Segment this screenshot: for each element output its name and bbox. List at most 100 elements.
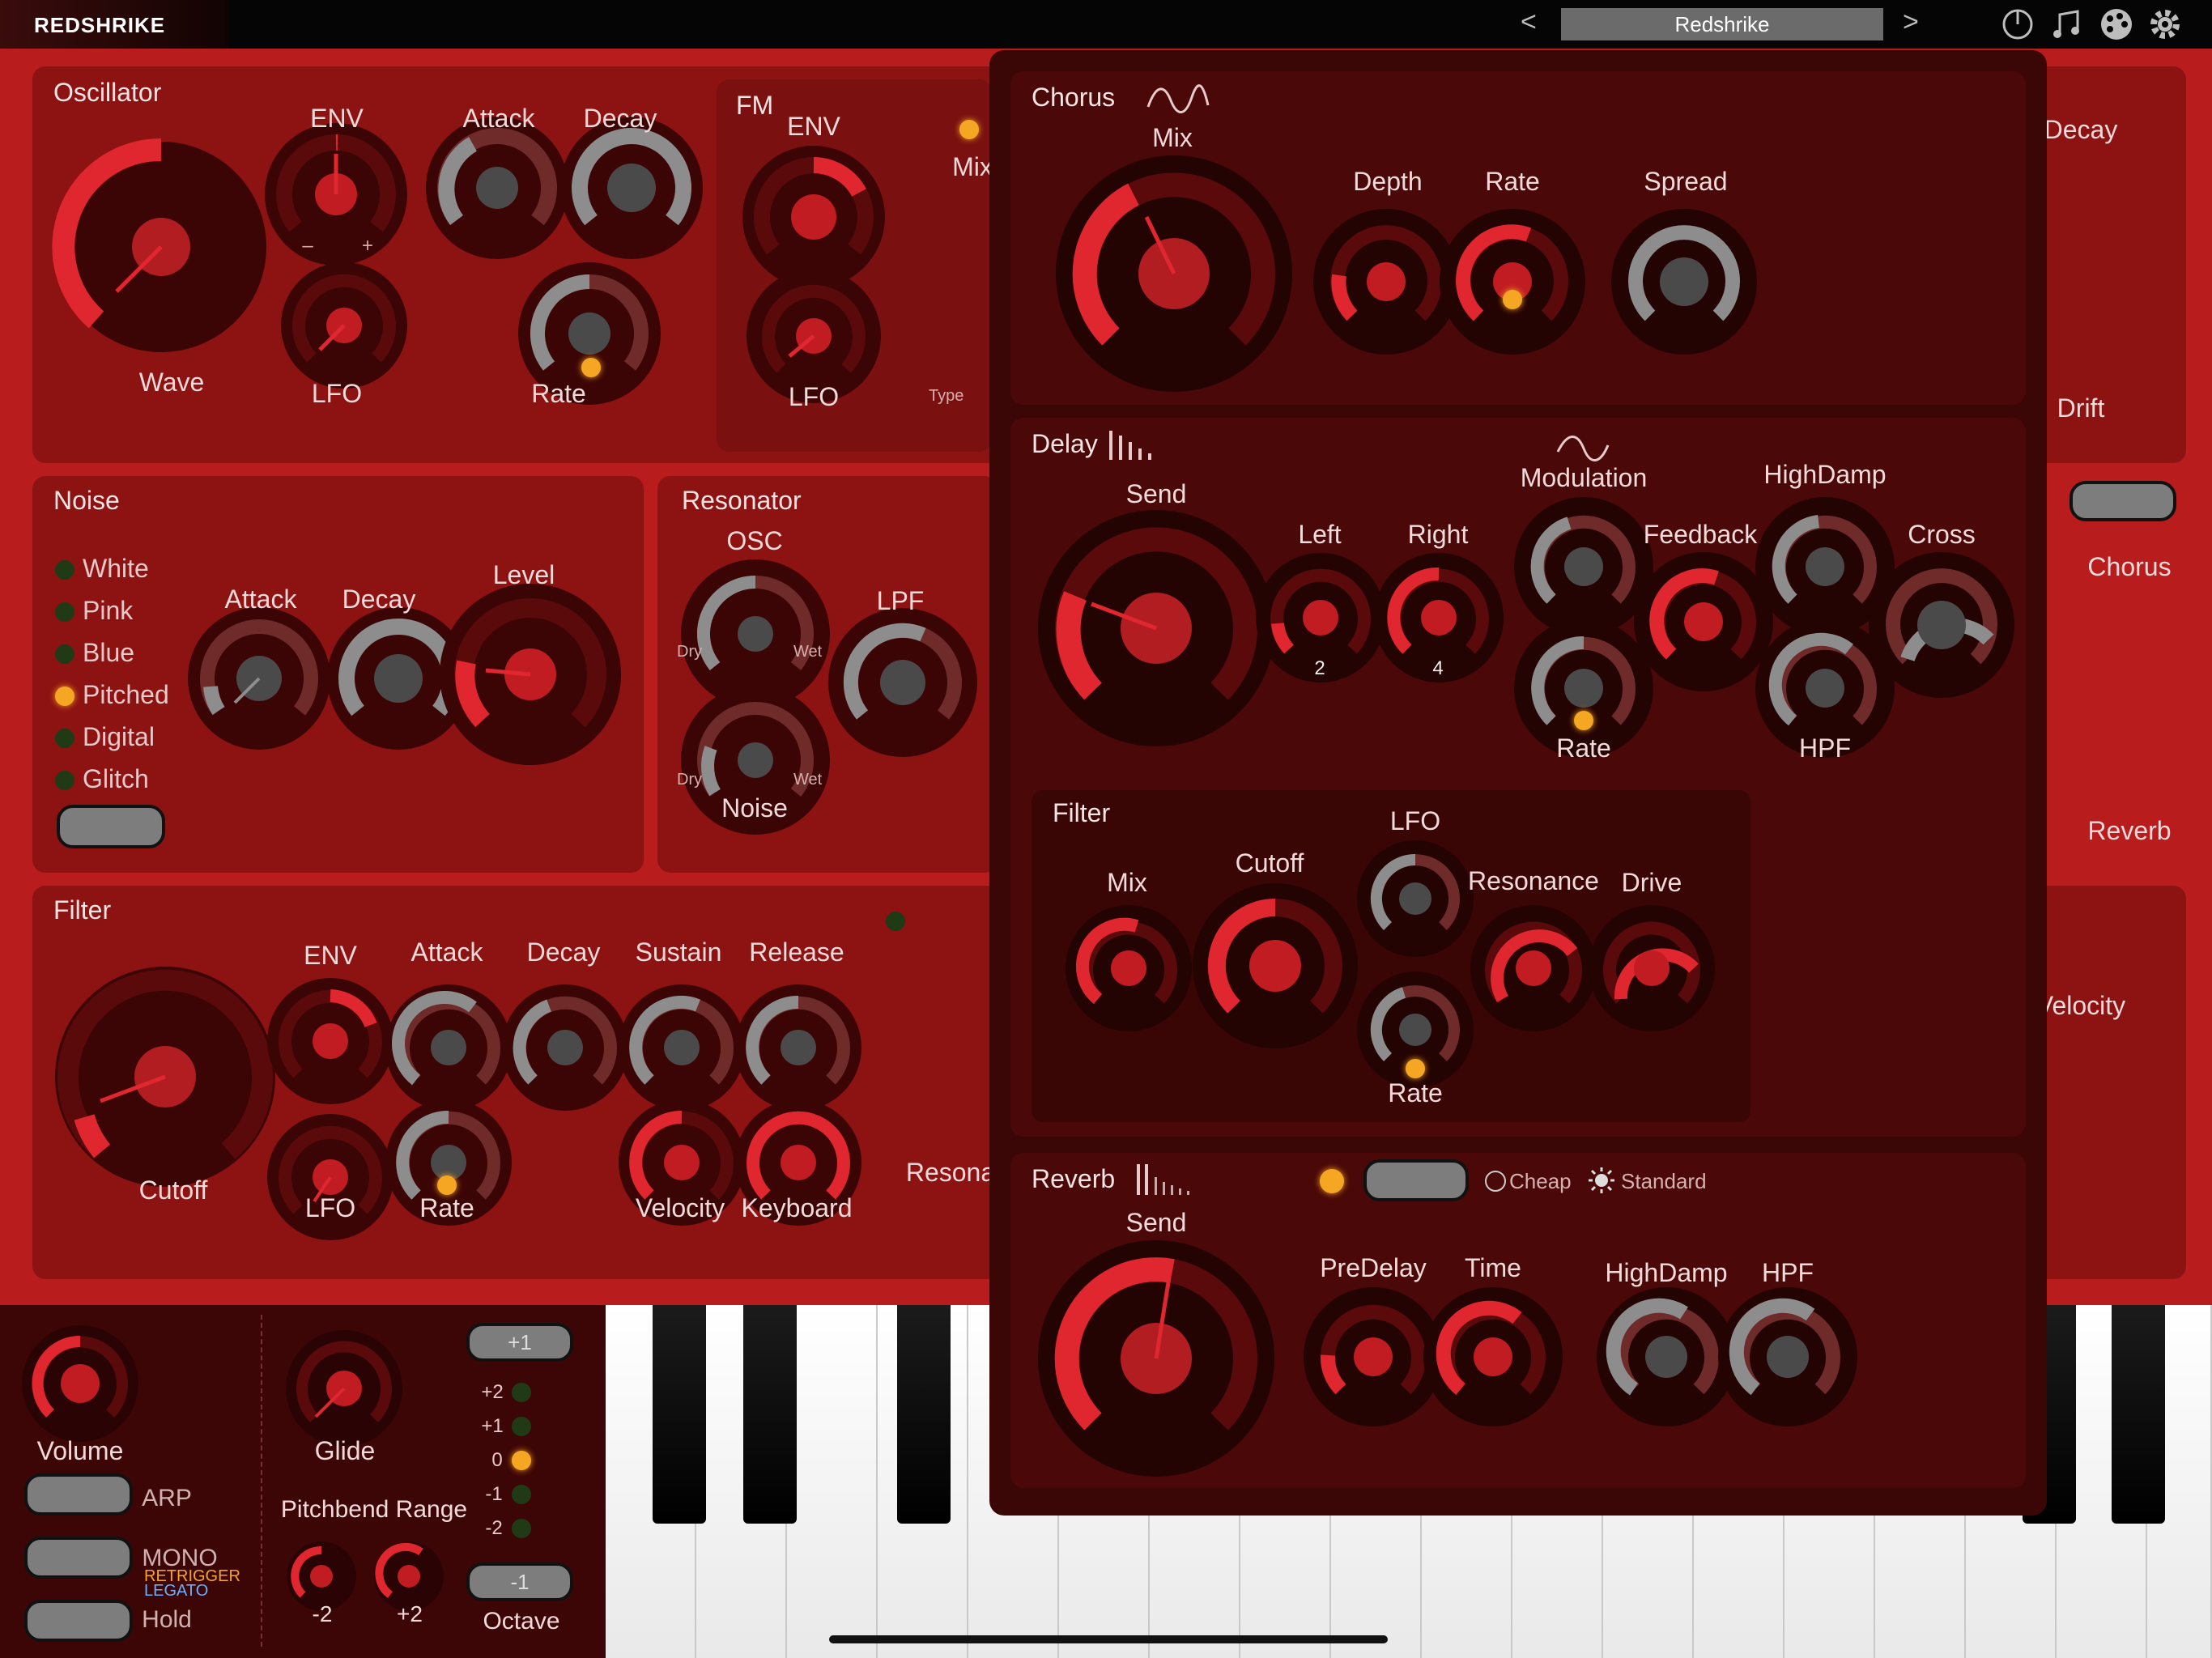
filter-cutoff-label: Cutoff: [138, 1175, 208, 1205]
filter-decay-knob[interactable]: [500, 983, 630, 1112]
noise-type-white[interactable]: White: [83, 554, 149, 584]
noise-pink-led[interactable]: [55, 602, 74, 622]
noise-attack-label: Attack: [224, 585, 297, 614]
noise-type-digital[interactable]: Digital: [83, 722, 155, 752]
delay-cross-label: Cross: [1908, 520, 1976, 549]
chorus-rate-sync-led[interactable]: [1503, 290, 1522, 309]
delay-left-value: 2: [1314, 657, 1325, 679]
mono-toggle[interactable]: [24, 1537, 133, 1579]
noise-digital-led[interactable]: [55, 729, 74, 748]
noise-white-led[interactable]: [55, 560, 74, 580]
prev-preset-button[interactable]: <: [1521, 6, 1537, 38]
delay-filter-mix-knob[interactable]: [1064, 903, 1193, 1033]
noise-type-blue[interactable]: Blue: [83, 638, 134, 668]
chorus-rate-knob[interactable]: [1438, 207, 1587, 356]
osc-lfo-knob[interactable]: [279, 261, 409, 390]
filter-attack-knob[interactable]: [384, 983, 513, 1112]
octave-down-button[interactable]: -1: [466, 1562, 573, 1601]
reverb-toggle[interactable]: [1363, 1159, 1469, 1201]
noise-pitched-led[interactable]: [55, 687, 74, 706]
delay-filter-section: Filter Mix Cutoff LFO Rate Resonance Dri…: [1032, 790, 1750, 1122]
black-key[interactable]: [653, 1305, 706, 1524]
reverb-section: Reverb Cheap Standard Send PreDelay Time…: [1010, 1153, 2026, 1488]
noise-type-pitched[interactable]: Pitched: [83, 680, 169, 710]
delay-filter-drive-label: Drive: [1621, 868, 1682, 897]
reverb-send-knob[interactable]: [1035, 1237, 1278, 1480]
volume-knob[interactable]: [19, 1323, 141, 1444]
osc-decay-knob[interactable]: [559, 115, 704, 261]
right-toggle[interactable]: [2069, 481, 2176, 521]
settings-gear-icon[interactable]: [2147, 6, 2183, 42]
osc-env-knob[interactable]: [263, 121, 409, 267]
filter-lfo-label: LFO: [304, 1193, 356, 1222]
noise-blue-led[interactable]: [55, 644, 74, 664]
fm-panel: FM ENV LFO Mix Type: [717, 79, 993, 452]
reverb-hpf-knob[interactable]: [1716, 1286, 1859, 1428]
hold-toggle[interactable]: [24, 1600, 133, 1642]
glide-knob[interactable]: [283, 1328, 405, 1449]
filter-sustain-knob[interactable]: [617, 983, 747, 1112]
standard-label[interactable]: Standard: [1621, 1169, 1707, 1194]
arp-toggle[interactable]: [24, 1473, 133, 1516]
white-key[interactable]: [787, 1305, 878, 1658]
chorus-spread-knob[interactable]: [1610, 207, 1759, 356]
fm-lfo-label: LFO: [788, 382, 840, 411]
octave-zero-led[interactable]: [512, 1451, 531, 1470]
octave-level-minus1: -1: [485, 1483, 503, 1505]
delay-filter-cutoff-knob[interactable]: [1190, 881, 1360, 1051]
reverb-predelay-label: PreDelay: [1320, 1253, 1427, 1282]
delay-title: Delay: [1032, 429, 1098, 458]
osc-decay-label: Decay: [583, 104, 657, 133]
osc-rate-sync-led[interactable]: [581, 358, 601, 377]
power-icon[interactable]: [2000, 6, 2035, 42]
noise-type-glitch[interactable]: Glitch: [83, 764, 149, 794]
reverb-time-knob[interactable]: [1422, 1286, 1564, 1428]
next-preset-button[interactable]: >: [1903, 6, 1919, 38]
noise-level-knob[interactable]: [437, 581, 623, 767]
standard-radio-icon[interactable]: [1587, 1166, 1616, 1195]
filter-cutoff-knob[interactable]: [52, 963, 279, 1190]
cheap-radio-icon[interactable]: [1485, 1171, 1506, 1192]
chorus-mix-knob[interactable]: [1053, 152, 1295, 395]
music-note-icon[interactable]: [2050, 6, 2086, 42]
delay-rate-label: Rate: [1556, 733, 1611, 763]
octave-up-button[interactable]: +1: [466, 1323, 573, 1362]
legato-label[interactable]: LEGATO: [144, 1582, 208, 1601]
reverb-led[interactable]: [1320, 1169, 1344, 1193]
preset-name-display[interactable]: Redshrike: [1561, 8, 1883, 40]
delay-send-knob[interactable]: [1035, 507, 1278, 750]
octave-plus1-led[interactable]: [512, 1417, 531, 1436]
delay-filter-drive-knob[interactable]: [1587, 903, 1716, 1033]
filter-release-knob[interactable]: [734, 983, 863, 1112]
black-key[interactable]: [2112, 1305, 2165, 1524]
octave-minus2-led[interactable]: [512, 1519, 531, 1538]
resonator-lpf-knob[interactable]: [826, 606, 980, 759]
filter-led[interactable]: [886, 912, 905, 931]
pitchbend-range-label: Pitchbend Range: [280, 1496, 468, 1523]
delay-filter-lfo-knob[interactable]: [1355, 839, 1475, 959]
reverb-hpf-label: HPF: [1762, 1258, 1814, 1287]
filter-env-knob[interactable]: [266, 976, 395, 1106]
wave-knob[interactable]: [52, 138, 270, 356]
octave-plus2-led[interactable]: [512, 1383, 531, 1402]
octave-minus1-led[interactable]: [512, 1485, 531, 1504]
delay-filter-resonance-knob[interactable]: [1469, 903, 1598, 1033]
fm-mix-led[interactable]: [959, 120, 979, 139]
palette-icon[interactable]: [2099, 6, 2134, 42]
noise-toggle[interactable]: [57, 805, 165, 848]
osc-attack-label: Attack: [462, 104, 535, 133]
delay-left-label: Left: [1298, 520, 1342, 549]
delay-rate-sync-led[interactable]: [1574, 711, 1593, 730]
noise-decay-label: Decay: [342, 585, 416, 614]
osc-attack-knob[interactable]: [424, 115, 570, 261]
cheap-label[interactable]: Cheap: [1509, 1169, 1572, 1194]
noise-attack-knob[interactable]: [186, 606, 332, 751]
delay-filter-rate-sync-led[interactable]: [1406, 1059, 1425, 1078]
delay-section: Delay Send Left 2 Right 4 Modulation Rat…: [1010, 418, 2026, 1137]
filter-rate-sync-led[interactable]: [437, 1175, 457, 1195]
black-key[interactable]: [743, 1305, 797, 1524]
black-key[interactable]: [897, 1305, 951, 1524]
noise-type-pink[interactable]: Pink: [83, 596, 133, 626]
delay-cross-knob[interactable]: [1867, 551, 2016, 699]
noise-glitch-led[interactable]: [55, 771, 74, 790]
